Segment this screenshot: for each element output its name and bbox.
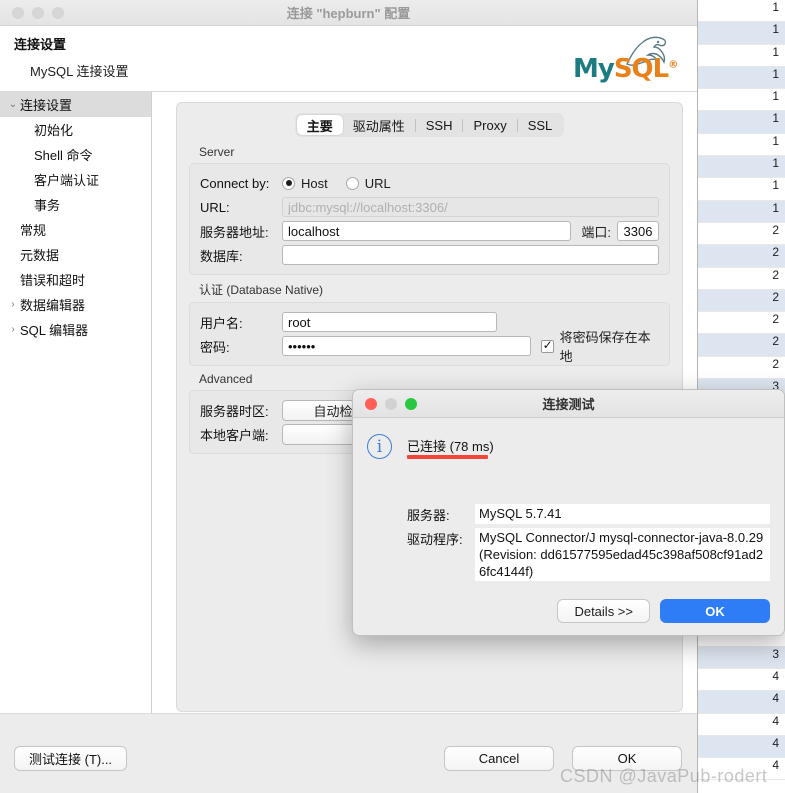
advanced-group-label: Advanced <box>199 372 253 386</box>
cancel-button[interactable]: Cancel <box>444 746 554 771</box>
header-band: 连接设置 MySQL 连接设置 MySQL® <box>0 26 697 92</box>
radio-host[interactable]: Host <box>282 176 328 191</box>
connection-status-text: 已连接 (78 ms) <box>407 439 494 454</box>
auth-group-label: 认证 (Database Native) <box>199 283 324 297</box>
sidebar-item-label: 常规 <box>20 223 47 238</box>
server-group-label: Server <box>199 145 235 159</box>
sidebar-item-label: 初始化 <box>34 123 74 138</box>
password-input[interactable] <box>282 336 531 356</box>
dialog-body: i 已连接 (78 ms) 服务器: MySQL 5.7.41 驱动程序: My… <box>353 418 784 635</box>
tab-SSL[interactable]: SSL <box>518 115 563 135</box>
url-label: URL: <box>200 199 230 215</box>
dialog-server-value: MySQL 5.7.41 <box>475 504 770 524</box>
url-input[interactable] <box>282 197 659 217</box>
chevron-right-icon[interactable]: › <box>6 299 20 310</box>
dialog-titlebar: 连接测试 <box>353 390 784 418</box>
logo-registered-mark: ® <box>668 59 678 71</box>
window-titlebar: 连接 "hepburn" 配置 <box>0 0 697 26</box>
port-input[interactable] <box>617 221 659 241</box>
database-input[interactable] <box>282 245 659 265</box>
sidebar-item-label: Shell 命令 <box>34 148 93 163</box>
dialog-title: 连接测试 <box>542 397 595 412</box>
logo-sql-text: SQL <box>613 54 669 84</box>
radio-url-label: URL <box>364 175 391 191</box>
sidebar-item-0[interactable]: ⌄ 连接设置 <box>0 92 151 117</box>
sidebar-item-label: SQL 编辑器 <box>20 323 89 338</box>
database-label: 数据库: <box>200 248 243 264</box>
sidebar-item-9[interactable]: › SQL 编辑器 <box>0 317 151 342</box>
dialog-driver-row: 驱动程序: MySQL Connector/J mysql-connector-… <box>407 528 770 581</box>
window-traffic-lights[interactable] <box>0 6 64 19</box>
tab-主要[interactable]: 主要 <box>296 115 343 135</box>
dialog-ok-button[interactable]: OK <box>660 599 770 623</box>
local-client-label: 本地客户端: <box>200 427 269 443</box>
chevron-right-icon[interactable]: › <box>6 324 20 335</box>
sidebar-item-4[interactable]: 事务 <box>0 192 151 217</box>
connection-test-dialog: 连接测试 i 已连接 (78 ms) 服务器: MySQL 5.7.41 驱动程… <box>352 389 785 636</box>
ok-button[interactable]: OK <box>572 746 682 771</box>
tab-驱动属性[interactable]: 驱动属性 <box>343 115 415 135</box>
host-label: 服务器地址: <box>200 224 269 240</box>
password-row: 密码: 将密码保存在本地 <box>200 330 659 364</box>
info-circle-icon: i <box>367 434 392 459</box>
chevron-down-icon[interactable]: ⌄ <box>6 99 20 110</box>
status-underline-highlight <box>407 455 488 459</box>
test-connection-button[interactable]: 测试连接 (T)... <box>14 746 128 771</box>
tab-Proxy[interactable]: Proxy <box>463 115 516 135</box>
radio-host-label: Host <box>301 175 328 191</box>
dialog-driver-label: 驱动程序: <box>407 532 463 547</box>
sidebar-item-label: 连接设置 <box>20 98 73 113</box>
server-group: Connect by: Host URL URL: jdbc:mysql://l… <box>189 163 670 275</box>
connect-by-row: Connect by: Host URL <box>200 171 659 195</box>
details-button[interactable]: Details >> <box>557 599 650 623</box>
sidebar-item-6[interactable]: 元数据 <box>0 242 151 267</box>
password-label: 密码: <box>200 339 230 355</box>
tab-group: 主要 驱动属性 SSH Proxy SSL <box>294 113 565 137</box>
save-password-checkbox[interactable]: 将密码保存在本地 <box>540 327 659 365</box>
username-input[interactable] <box>282 312 497 332</box>
sidebar-item-label: 事务 <box>34 198 61 213</box>
sidebar-item-label: 元数据 <box>20 248 60 263</box>
close-button[interactable] <box>12 6 24 19</box>
auth-group: 用户名: 密码: 将密码保存在本地 <box>189 302 670 366</box>
dialog-server-label: 服务器: <box>407 508 450 523</box>
dialog-server-row: 服务器: MySQL 5.7.41 <box>407 504 770 524</box>
sidebar-item-label: 错误和超时 <box>20 273 86 288</box>
timezone-label: 服务器时区: <box>200 403 269 419</box>
mysql-wordmark: MySQL® <box>573 54 678 84</box>
tab-SSH[interactable]: SSH <box>416 115 463 135</box>
settings-sidebar: ⌄ 连接设置 初始化 Shell 命令 客户端认证 事务 常规 元数据 错误和超时 › 数据编辑器 ›… <box>0 92 152 792</box>
sidebar-item-8[interactable]: › 数据编辑器 <box>0 292 151 317</box>
dialog-driver-value: MySQL Connector/J mysql-connector-java-8… <box>475 528 770 581</box>
sidebar-item-label: 数据编辑器 <box>20 298 86 313</box>
minimize-button[interactable] <box>32 6 44 19</box>
username-label: 用户名: <box>200 315 243 331</box>
sidebar-item-label: 客户端认证 <box>34 173 100 188</box>
maximize-button[interactable] <box>52 6 64 19</box>
radio-url-indicator[interactable] <box>345 176 359 190</box>
sidebar-item-2[interactable]: Shell 命令 <box>0 142 151 167</box>
url-row: URL: <box>200 195 659 219</box>
tab-bar: 主要 驱动属性 SSH Proxy SSL <box>189 113 670 137</box>
window-title: 连接 "hepburn" 配置 <box>286 6 411 21</box>
mysql-logo: MySQL® <box>571 34 678 86</box>
host-row: 服务器地址: 端口: <box>200 219 659 243</box>
dialog-button-row: Details >> OK <box>557 599 770 623</box>
database-row: 数据库: <box>200 243 659 267</box>
save-password-label: 将密码保存在本地 <box>559 330 651 364</box>
sidebar-item-3[interactable]: 客户端认证 <box>0 167 151 192</box>
radio-url[interactable]: URL <box>345 175 391 191</box>
host-input[interactable] <box>282 221 571 241</box>
sidebar-item-5[interactable]: 常规 <box>0 217 151 242</box>
connect-by-label: Connect by: <box>200 175 270 191</box>
sidebar-item-7[interactable]: 错误和超时 <box>0 267 151 292</box>
sidebar-item-1[interactable]: 初始化 <box>0 117 151 142</box>
port-label: 端口: <box>581 224 611 240</box>
window-footer: 测试连接 (T)... Cancel OK <box>0 713 697 793</box>
logo-my-text: My <box>573 54 615 84</box>
save-password-checkbox-box[interactable] <box>540 338 554 353</box>
radio-host-indicator[interactable] <box>282 176 295 190</box>
